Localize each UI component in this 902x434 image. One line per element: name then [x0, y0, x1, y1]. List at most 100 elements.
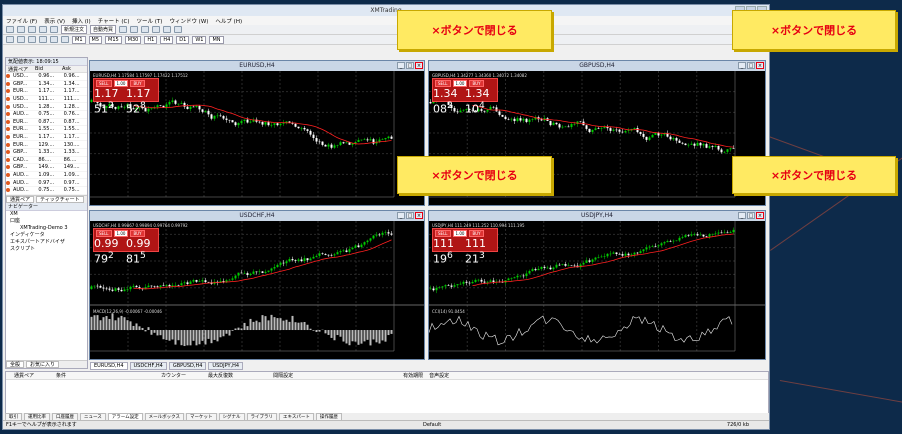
nav-xm[interactable]: XM: [6, 211, 87, 218]
nav-experts[interactable]: エキスパートアドバイザ: [6, 239, 87, 246]
watchlist-row[interactable]: GBP... 1.33... 1.33...: [6, 149, 87, 157]
col-ask[interactable]: Ask: [60, 66, 87, 72]
col-symbol[interactable]: 通貨ペア: [6, 66, 33, 73]
col-counter[interactable]: カウンター: [66, 372, 186, 379]
chart-close-button[interactable]: ×: [756, 212, 764, 219]
market-watch-icon[interactable]: [28, 26, 36, 33]
chart-minimize-button[interactable]: _: [738, 62, 746, 69]
profiles-icon[interactable]: [17, 26, 25, 33]
tf-h4[interactable]: H4: [160, 35, 174, 44]
navigator-icon[interactable]: [39, 26, 47, 33]
menu-insert[interactable]: 挿入 (I): [72, 17, 91, 25]
nav-accounts[interactable]: 口座: [6, 218, 87, 225]
col-interval[interactable]: 間隔設定: [233, 372, 293, 379]
nav-account-demo[interactable]: XMTrading-Demo 3: [6, 225, 87, 232]
lot-input[interactable]: 1.00: [113, 80, 129, 87]
new-order-button[interactable]: 新規注文: [61, 25, 88, 34]
sell-button[interactable]: SELL: [435, 230, 451, 237]
watchlist-row[interactable]: CAD... 86.... 86....: [6, 157, 87, 165]
candle-chart-icon[interactable]: [130, 26, 139, 33]
crosshair-icon[interactable]: [17, 36, 25, 43]
tf-mn[interactable]: MN: [209, 35, 224, 44]
buy-button[interactable]: BUY: [469, 80, 484, 87]
chart-window-usdjpy[interactable]: USDJPY,H4 _ □ × USDJPY,H4 111.249 111.252 …: [428, 210, 766, 360]
watchlist-row[interactable]: EUR... 129.... 130....: [6, 141, 87, 149]
sell-button[interactable]: SELL: [435, 80, 451, 87]
buy-price[interactable]: 1.34 104: [465, 88, 497, 116]
watchlist-row[interactable]: AUD... 1.09... 1.09...: [6, 172, 87, 180]
watchlist-row[interactable]: AUD... 0.75... 0.76...: [6, 111, 87, 119]
menu-view[interactable]: 表示 (V): [44, 17, 65, 25]
tile-icon[interactable]: [174, 26, 183, 33]
sell-price[interactable]: 0.99 792: [94, 238, 126, 266]
chart-minimize-button[interactable]: _: [397, 62, 405, 69]
watchlist-row[interactable]: AUD... 0.75... 0.75...: [6, 187, 87, 195]
watchlist-row[interactable]: GBP... 149.... 149....: [6, 164, 87, 172]
zoom-out-icon[interactable]: [163, 26, 172, 33]
watchlist-row[interactable]: EUR... 0.87... 0.87...: [6, 119, 87, 127]
tab-general[interactable]: 全般: [6, 361, 25, 368]
watchlist-row[interactable]: AUD... 0.97... 0.97...: [6, 179, 87, 187]
lot-input[interactable]: 1.00: [452, 80, 468, 87]
menu-chart[interactable]: チャート (C): [98, 17, 130, 25]
watchlist-row[interactable]: USD... 1.28... 1.28...: [6, 103, 87, 111]
chart-minimize-button[interactable]: _: [738, 212, 746, 219]
watchlist-row[interactable]: EUR... 1.17... 1.17...: [6, 88, 87, 96]
horizontal-line-icon[interactable]: [39, 36, 47, 43]
col-max-repeat[interactable]: 最大反復数: [186, 372, 233, 379]
tf-m15[interactable]: M15: [105, 35, 122, 44]
col-pair[interactable]: 通貨ペア: [6, 372, 34, 379]
chart-tab-gbpusd[interactable]: GBPUSD,H4: [168, 362, 207, 370]
chart-close-button[interactable]: ×: [415, 62, 423, 69]
chart-tab-usdjpy[interactable]: USDJPY,H4: [208, 362, 244, 370]
watchlist-row[interactable]: GBP... 1.34... 1.34...: [6, 81, 87, 89]
menu-tools[interactable]: ツール (T): [137, 17, 163, 25]
chart-maximize-button[interactable]: □: [406, 62, 414, 69]
chart-close-button[interactable]: ×: [415, 212, 423, 219]
trendline-icon[interactable]: [50, 36, 58, 43]
menu-file[interactable]: ファイル (F): [6, 17, 37, 25]
chart-close-button[interactable]: ×: [756, 62, 764, 69]
chart-tab-eurusd[interactable]: EURUSD,H4: [90, 362, 128, 370]
buy-price[interactable]: 1.17 528: [126, 88, 158, 116]
cursor-icon[interactable]: [6, 36, 14, 43]
tab-tick-chart[interactable]: ティックチャート: [36, 195, 84, 203]
buy-price[interactable]: 111 213: [465, 238, 497, 266]
chart-minimize-button[interactable]: _: [397, 212, 405, 219]
chart-window-usdchf[interactable]: USDCHF,H4 _ □ × USDCHF,H4 0.99867 0.99894 …: [89, 210, 425, 360]
menu-help[interactable]: ヘルプ (H): [215, 17, 242, 25]
auto-trade-button[interactable]: 自動売買: [90, 25, 117, 34]
sell-price[interactable]: 1.17 512: [94, 88, 126, 116]
lot-input[interactable]: 1.00: [113, 230, 129, 237]
col-expiry[interactable]: 有効期限: [293, 372, 423, 379]
sell-button[interactable]: SELL: [96, 80, 112, 87]
tab-symbols[interactable]: 通貨ペア: [6, 195, 35, 203]
tf-h1[interactable]: H1: [144, 35, 158, 44]
tf-m30[interactable]: M30: [124, 35, 142, 44]
line-chart-icon[interactable]: [141, 26, 150, 33]
chart-tab-usdchf[interactable]: USDCHF,H4: [129, 362, 167, 370]
col-sound[interactable]: 音声設定: [423, 372, 449, 379]
new-chart-icon[interactable]: [6, 26, 14, 33]
chart-maximize-button[interactable]: □: [747, 62, 755, 69]
vertical-line-icon[interactable]: [28, 36, 36, 43]
menu-window[interactable]: ウィンドウ (W): [169, 17, 208, 25]
watchlist-row[interactable]: USD... 111.... 111....: [6, 96, 87, 104]
tf-m1[interactable]: M1: [72, 35, 86, 44]
tab-favorites[interactable]: お気に入り: [26, 361, 60, 368]
sell-price[interactable]: 1.34 082: [433, 88, 465, 116]
chart-maximize-button[interactable]: □: [406, 212, 414, 219]
tf-w1[interactable]: W1: [192, 35, 207, 44]
buy-button[interactable]: BUY: [130, 80, 145, 87]
buy-price[interactable]: 0.99 815: [126, 238, 158, 266]
chart-maximize-button[interactable]: □: [747, 212, 755, 219]
terminal-icon[interactable]: [50, 26, 58, 33]
watchlist-row[interactable]: EUR... 1.17... 1.17...: [6, 134, 87, 142]
col-condition[interactable]: 条件: [34, 372, 66, 379]
bar-chart-icon[interactable]: [119, 26, 128, 33]
zoom-in-icon[interactable]: [152, 26, 161, 33]
tf-d1[interactable]: D1: [176, 35, 190, 44]
buy-button[interactable]: BUY: [130, 230, 145, 237]
buy-button[interactable]: BUY: [469, 230, 484, 237]
col-bid[interactable]: Bid: [33, 66, 60, 72]
